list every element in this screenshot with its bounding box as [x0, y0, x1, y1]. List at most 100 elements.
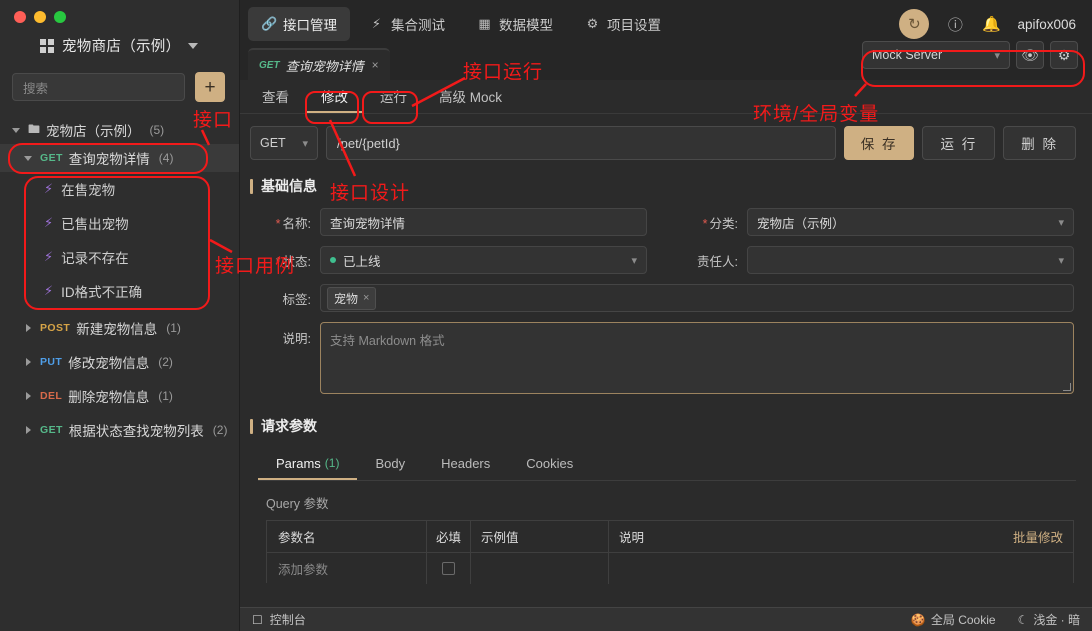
- tab-body[interactable]: Body: [357, 448, 423, 480]
- save-button[interactable]: 保 存: [843, 126, 915, 160]
- run-button[interactable]: 运 行: [922, 126, 996, 160]
- tab-view[interactable]: 查看: [248, 80, 303, 113]
- eye-icon[interactable]: 👁: [1016, 41, 1044, 69]
- tab-headers[interactable]: Headers: [423, 448, 508, 480]
- description-textarea[interactable]: 支持 Markdown 格式: [320, 322, 1074, 394]
- nav-label: 接口管理: [283, 18, 337, 33]
- chevron-down-icon[interactable]: [22, 155, 34, 161]
- global-cookie-button[interactable]: 🍪 全局 Cookie: [911, 611, 996, 628]
- basic-info-form: * 名称: 查询宠物详情 * 分类: 宠物店（示例） ▾ * 状态: 已上线 ▾…: [240, 206, 1092, 394]
- section-title: 请求参数: [261, 418, 317, 434]
- status-label: * 状态:: [275, 254, 311, 269]
- tag-chip[interactable]: 宠物 ×: [327, 286, 377, 310]
- tab-cookies[interactable]: Cookies: [508, 448, 591, 480]
- doc-tab-title: 查询宠物详情: [285, 58, 364, 74]
- chevron-right-icon[interactable]: [22, 426, 34, 434]
- search-input[interactable]: 搜索: [12, 73, 185, 101]
- category-select[interactable]: 宠物店（示例） ▾: [747, 208, 1074, 236]
- owner-select[interactable]: ▾: [747, 246, 1074, 274]
- api-count: (2): [212, 423, 228, 437]
- close-icon[interactable]: ×: [372, 58, 379, 72]
- form-row: 标签: 宠物 ×: [250, 284, 1074, 312]
- moon-icon: ☾: [1017, 612, 1029, 627]
- tree-api-create-pet[interactable]: POST 新建宠物信息 (1): [0, 314, 239, 342]
- add-api-button[interactable]: +: [195, 72, 225, 102]
- name-label: * 名称:: [275, 216, 311, 231]
- api-tree: 🖿 宠物店（示例） (5) GET 查询宠物详情 (4) ⚡ 在售宠物 ⚡ 已售…: [0, 116, 239, 444]
- list-item[interactable]: ⚡ 已售出宠物: [0, 206, 239, 240]
- chevron-right-icon[interactable]: [22, 324, 34, 332]
- help-icon[interactable]: ⓘ: [945, 14, 965, 34]
- nav-label: 数据模型: [499, 18, 553, 33]
- param-tab-count: (1): [324, 456, 340, 470]
- close-window-button[interactable]: [14, 11, 26, 23]
- console-button[interactable]: 控制台: [270, 611, 306, 628]
- project-selector[interactable]: 宠物商店（示例）: [0, 23, 239, 66]
- tags-label: 标签:: [282, 292, 311, 307]
- http-method-select[interactable]: GET ▾: [250, 126, 318, 160]
- case-label: ID格式不正确: [61, 285, 143, 300]
- name-value: 查询宠物详情: [330, 216, 406, 231]
- param-desc-input[interactable]: [609, 553, 1073, 584]
- close-icon[interactable]: ×: [363, 292, 369, 304]
- tab-data-model[interactable]: ▦ 数据模型: [464, 7, 566, 41]
- tree-api-delete-pet[interactable]: DEL 删除宠物信息 (1): [0, 382, 239, 410]
- url-input[interactable]: /pet/{petId}: [326, 126, 836, 160]
- minimize-window-button[interactable]: [34, 11, 46, 23]
- chevron-right-icon[interactable]: [22, 358, 34, 366]
- environment-selector-group: Mock Server ▾ 👁 ⚙: [862, 41, 1078, 69]
- query-params-table: 参数名 必填 示例值 说明 批量修改 添加参数: [266, 520, 1074, 584]
- param-example-input[interactable]: [471, 552, 609, 584]
- status-select[interactable]: 已上线 ▾: [320, 246, 647, 274]
- tree-api-update-pet[interactable]: PUT 修改宠物信息 (2): [0, 348, 239, 376]
- method-badge: DEL: [40, 390, 63, 402]
- api-label: 查询宠物详情: [68, 152, 150, 167]
- resize-handle-icon[interactable]: [1063, 383, 1071, 391]
- tab-api-management[interactable]: 🔗 接口管理: [248, 7, 350, 41]
- param-name-input[interactable]: 添加参数: [267, 552, 427, 584]
- name-input[interactable]: 查询宠物详情: [320, 208, 647, 236]
- basic-info-header: 基础信息: [240, 160, 1092, 206]
- chevron-down-icon[interactable]: [10, 127, 22, 133]
- maximize-window-button[interactable]: [54, 11, 66, 23]
- tags-input[interactable]: 宠物 ×: [320, 284, 1074, 312]
- api-label: 删除宠物信息: [68, 390, 150, 405]
- theme-switcher-button[interactable]: ☾ 浅金 · 暗: [1018, 611, 1080, 628]
- param-tab-label: Params: [276, 455, 321, 471]
- chevron-down-icon: ▾: [994, 49, 1000, 62]
- tab-run[interactable]: 运行: [366, 80, 421, 113]
- tab-project-settings[interactable]: ⚙ 项目设置: [572, 7, 674, 41]
- tree-api-query-pet-detail[interactable]: GET 查询宠物详情 (4): [0, 144, 239, 172]
- table-row[interactable]: 添加参数: [267, 552, 1073, 584]
- doc-tab-query-pet-detail[interactable]: GET 查询宠物详情 ×: [248, 48, 390, 80]
- sync-icon[interactable]: ↻: [899, 9, 930, 39]
- gear-icon[interactable]: ⚙: [1050, 41, 1078, 69]
- batch-edit-button[interactable]: 批量修改: [1013, 527, 1063, 546]
- chevron-down-icon: ▾: [1058, 254, 1064, 267]
- bell-icon[interactable]: 🔔: [981, 14, 1001, 34]
- tab-edit[interactable]: 修改: [307, 80, 362, 113]
- status-value: 已上线: [343, 254, 381, 269]
- nav-label: 集合测试: [391, 18, 445, 33]
- list-item[interactable]: ⚡ 在售宠物: [0, 172, 239, 206]
- required-checkbox[interactable]: [442, 561, 455, 575]
- status-dot-icon: [330, 257, 336, 263]
- tab-advanced-mock[interactable]: 高级 Mock: [425, 80, 516, 113]
- user-name[interactable]: apifox006: [1017, 17, 1076, 32]
- column-header-name: 参数名: [267, 521, 427, 552]
- http-method-value: GET: [260, 136, 286, 150]
- tree-api-find-by-status[interactable]: GET 根据状态查找宠物列表 (2): [0, 416, 239, 444]
- list-item[interactable]: ⚡ 记录不存在: [0, 240, 239, 274]
- folder-icon: 🖿: [28, 121, 41, 136]
- list-item[interactable]: ⚡ ID格式不正确: [0, 274, 239, 308]
- environment-select[interactable]: Mock Server ▾: [862, 41, 1010, 69]
- sidebar-search-row: 搜索 +: [0, 66, 239, 102]
- tab-params[interactable]: Params (1): [258, 448, 358, 480]
- chevron-right-icon[interactable]: [22, 392, 34, 400]
- tab-collection-test[interactable]: ⚡ 集合测试: [356, 7, 458, 41]
- tree-folder-petstore[interactable]: 🖿 宠物店（示例） (5): [0, 116, 239, 144]
- delete-button[interactable]: 删 除: [1003, 126, 1076, 160]
- request-params-header: 请求参数: [240, 404, 1092, 446]
- section-accent-bar: [250, 178, 253, 194]
- method-badge: GET: [40, 424, 63, 436]
